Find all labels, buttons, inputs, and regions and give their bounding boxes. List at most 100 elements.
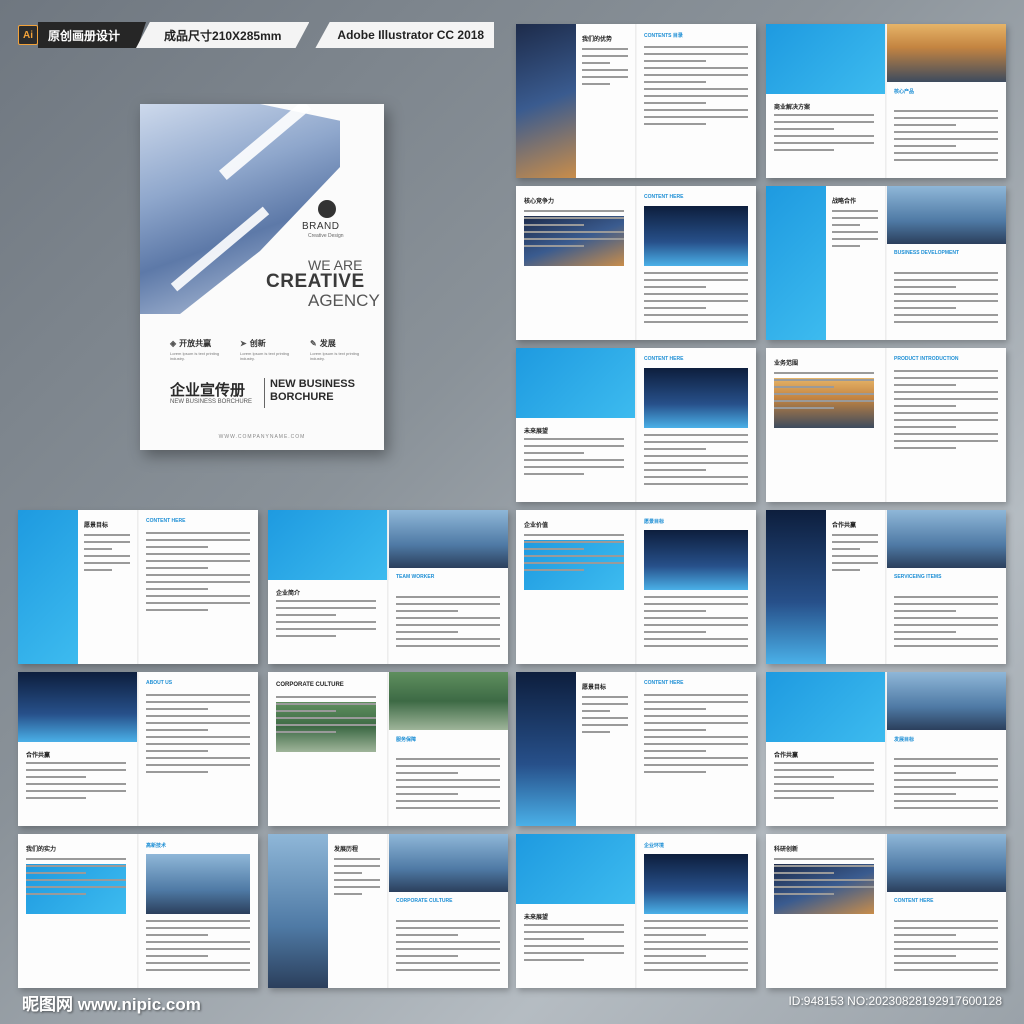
spread-subtitle: TEAM WORKER [396, 574, 435, 580]
text-placeholder-line [832, 569, 860, 571]
spread-right-image [389, 834, 508, 892]
spread-fold [635, 672, 637, 826]
text-placeholder-line [894, 645, 998, 647]
text-placeholder-line [644, 631, 707, 633]
spread-fold [885, 510, 887, 664]
text-placeholder-line [644, 645, 748, 647]
text-placeholder-line [894, 948, 998, 950]
spread-title: 我们的实力 [26, 847, 57, 853]
text-placeholder-line [774, 407, 834, 409]
text-placeholder-line [894, 440, 998, 442]
text-placeholder-line [774, 400, 874, 402]
spread-fold [635, 348, 637, 502]
text-placeholder-line [524, 924, 624, 926]
spread-title: 企业价值 [524, 523, 549, 529]
text-placeholder-line [894, 307, 957, 309]
text-placeholder-line [582, 696, 628, 698]
spread-title: 科研创新 [774, 847, 799, 853]
text-placeholder-line [146, 609, 209, 611]
text-placeholder-line [894, 314, 998, 316]
text-placeholder-line [524, 445, 624, 447]
text-placeholder-line [894, 779, 998, 781]
spread-fold [387, 510, 389, 664]
spread-subtitle: 愿景目标 [644, 519, 665, 525]
text-placeholder-line [774, 379, 874, 381]
spread-right-image [887, 834, 1006, 892]
text-placeholder-line [524, 459, 624, 461]
text-placeholder-line [396, 807, 500, 809]
text-placeholder-line [644, 300, 748, 302]
text-placeholder-line [146, 764, 250, 766]
text-placeholder-line [894, 962, 998, 964]
feature-title: 开放共赢 [179, 339, 212, 348]
text-placeholder-line [146, 962, 250, 964]
cover-feature: ◈ 开放共赢 Lorem Ipsum is text printing indus… [170, 338, 234, 361]
text-placeholder-line [644, 638, 748, 640]
text-placeholder-line [26, 762, 126, 764]
text-placeholder-line [396, 765, 500, 767]
text-placeholder-line [644, 434, 748, 436]
text-placeholder-line [644, 617, 748, 619]
text-placeholder-line [524, 938, 584, 940]
text-placeholder-line [644, 95, 748, 97]
text-placeholder-line [894, 969, 998, 971]
text-placeholder-line [146, 729, 209, 731]
text-placeholder-line [146, 969, 250, 971]
text-placeholder-line [644, 736, 748, 738]
text-placeholder-line [84, 569, 112, 571]
spread-fold [387, 834, 389, 988]
text-placeholder-line [832, 238, 878, 240]
spread-title: 商业解决方案 [774, 105, 811, 111]
text-placeholder-line [146, 581, 250, 583]
text-placeholder-line [774, 149, 834, 151]
text-placeholder-line [524, 466, 624, 468]
text-placeholder-line [894, 145, 957, 147]
spread-title: 发展历程 [334, 847, 359, 853]
text-placeholder-line [146, 920, 250, 922]
brochure-cover: BRAND Creative Design WE ARE CREATIVE AG… [140, 104, 384, 450]
text-placeholder-line [774, 386, 834, 388]
text-placeholder-line [832, 541, 878, 543]
text-placeholder-line [396, 793, 459, 795]
text-placeholder-line [524, 231, 624, 233]
text-placeholder-line [894, 398, 998, 400]
text-placeholder-line [644, 483, 748, 485]
spread-subtitle: 企业环境 [644, 843, 665, 849]
text-placeholder-line [644, 757, 748, 759]
text-placeholder-line [276, 731, 336, 733]
spread-fold [885, 348, 887, 502]
spread-right-image [389, 510, 508, 568]
spread-right-image [887, 24, 1006, 82]
text-placeholder-line [146, 736, 250, 738]
cover-feature: ✎ 发展 Lorem Ipsum is text printing industr… [310, 338, 374, 361]
text-placeholder-line [832, 231, 878, 233]
spread-subtitle: CORPORATE CULTURE [396, 898, 453, 904]
text-placeholder-line [644, 701, 748, 703]
brochure-spread: CORPORATE CULTURE 服务保障 [268, 672, 508, 826]
spread-subtitle: CONTENT HERE [644, 356, 684, 362]
text-placeholder-line [524, 562, 624, 564]
spread-title: 未来展望 [524, 915, 549, 921]
text-placeholder-line [276, 717, 376, 719]
text-placeholder-line [146, 701, 250, 703]
text-placeholder-line [146, 595, 250, 597]
text-placeholder-line [396, 955, 459, 957]
text-placeholder-line [396, 645, 500, 647]
text-placeholder-line [582, 48, 628, 50]
text-placeholder-line [146, 539, 250, 541]
cover-cn-title: 企业宣传册 [170, 382, 246, 399]
text-placeholder-line [644, 610, 707, 612]
text-placeholder-line [894, 138, 998, 140]
text-placeholder-line [774, 872, 834, 874]
spread-right-image [146, 854, 250, 914]
spread-right-image [644, 206, 748, 266]
text-placeholder-line [396, 969, 500, 971]
text-placeholder-line [396, 617, 500, 619]
cover-creative: CREATIVE [266, 271, 365, 292]
text-placeholder-line [894, 370, 998, 372]
text-placeholder-line [582, 717, 628, 719]
text-placeholder-line [644, 476, 748, 478]
text-placeholder-line [524, 959, 584, 961]
text-placeholder-line [644, 441, 748, 443]
text-placeholder-line [146, 602, 250, 604]
